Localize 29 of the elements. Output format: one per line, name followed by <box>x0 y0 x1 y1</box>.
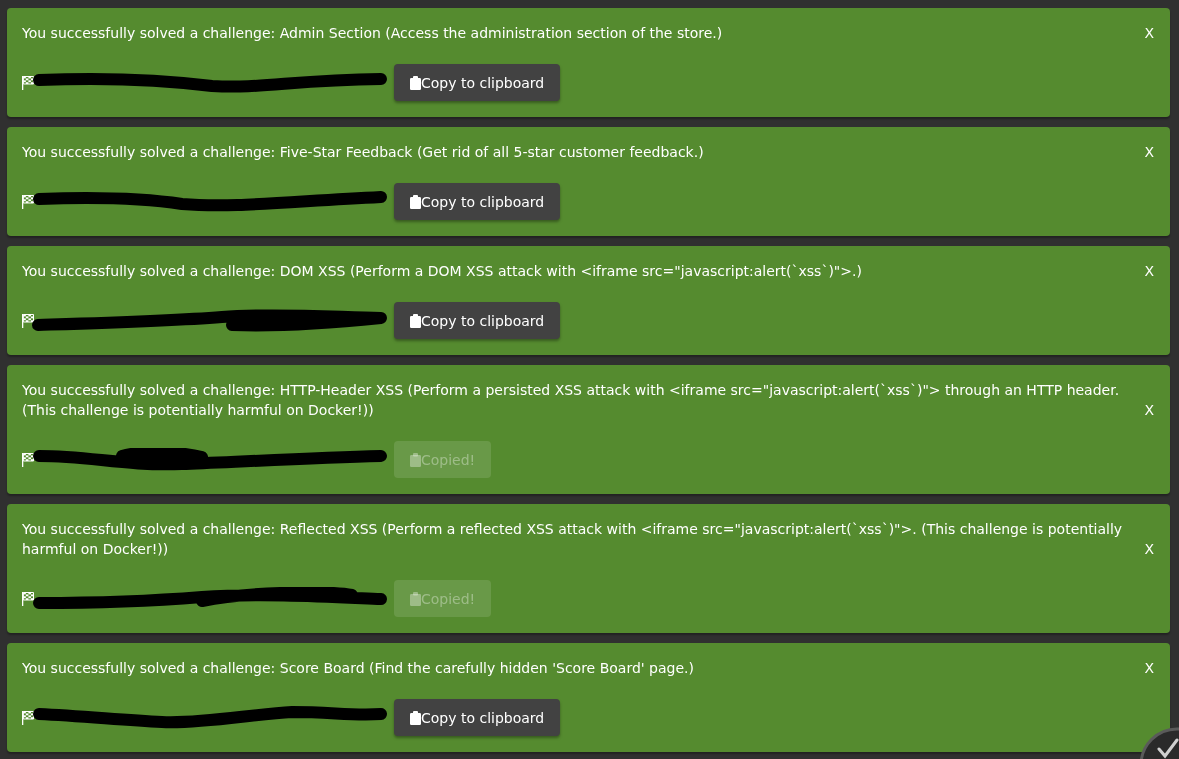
clipboard-icon <box>410 75 421 90</box>
checkered-flag-icon <box>22 452 34 467</box>
close-button[interactable]: X <box>1144 539 1154 559</box>
copy-button[interactable]: Copy to clipboard <box>394 302 561 339</box>
clipboard-icon <box>410 591 421 606</box>
notification-message: You successfully solved a challenge: Reflected XSS (Perform a reflected XSS attack with <iframe src="javascript:alert(`xss`)">. (This challenge is potentially harmful on Docker!)) <box>22 520 1124 559</box>
notification-message: You successfully solved a challenge: DOM XSS (Perform a DOM XSS attack with <iframe src="javascript:alert(`xss`)">.) <box>22 262 863 281</box>
close-button[interactable]: X <box>1144 658 1154 678</box>
close-button[interactable]: X <box>1144 261 1154 281</box>
notification-message: You successfully solved a challenge: Admin Section (Access the administration section of the store.) <box>22 24 724 43</box>
notification-message: You successfully solved a challenge: HTTP-Header XSS (Perform a persisted XSS attack with <iframe src="javascript:alert(`xss`)"> through an HTTP header. (This challenge is potentially harmful on Docker!)) <box>22 381 1121 420</box>
close-button[interactable]: X <box>1144 400 1154 420</box>
copy-button[interactable]: Copy to clipboard <box>394 699 561 736</box>
check-icon[interactable] <box>1139 725 1179 759</box>
copy-button[interactable]: Copy to clipboard <box>394 64 561 101</box>
notification-message: You successfully solved a challenge: Five-Star Feedback (Get rid of all 5-star customer feedback.) <box>22 143 705 162</box>
checkered-flag-icon <box>22 591 34 606</box>
checkered-flag-icon <box>22 194 34 209</box>
clipboard-icon <box>410 194 421 209</box>
notification-message: You successfully solved a challenge: Score Board (Find the carefully hidden 'Score Board' page.) <box>22 659 695 678</box>
clipboard-icon <box>410 452 421 467</box>
close-button[interactable]: X <box>1144 142 1154 162</box>
copy-button[interactable]: Copy to clipboard <box>394 183 561 220</box>
close-button[interactable]: X <box>1144 23 1154 43</box>
clipboard-icon <box>410 710 421 725</box>
clipboard-icon <box>410 313 421 328</box>
checkered-flag-icon <box>22 75 34 90</box>
checkered-flag-icon <box>22 710 34 725</box>
checkered-flag-icon <box>22 313 34 328</box>
